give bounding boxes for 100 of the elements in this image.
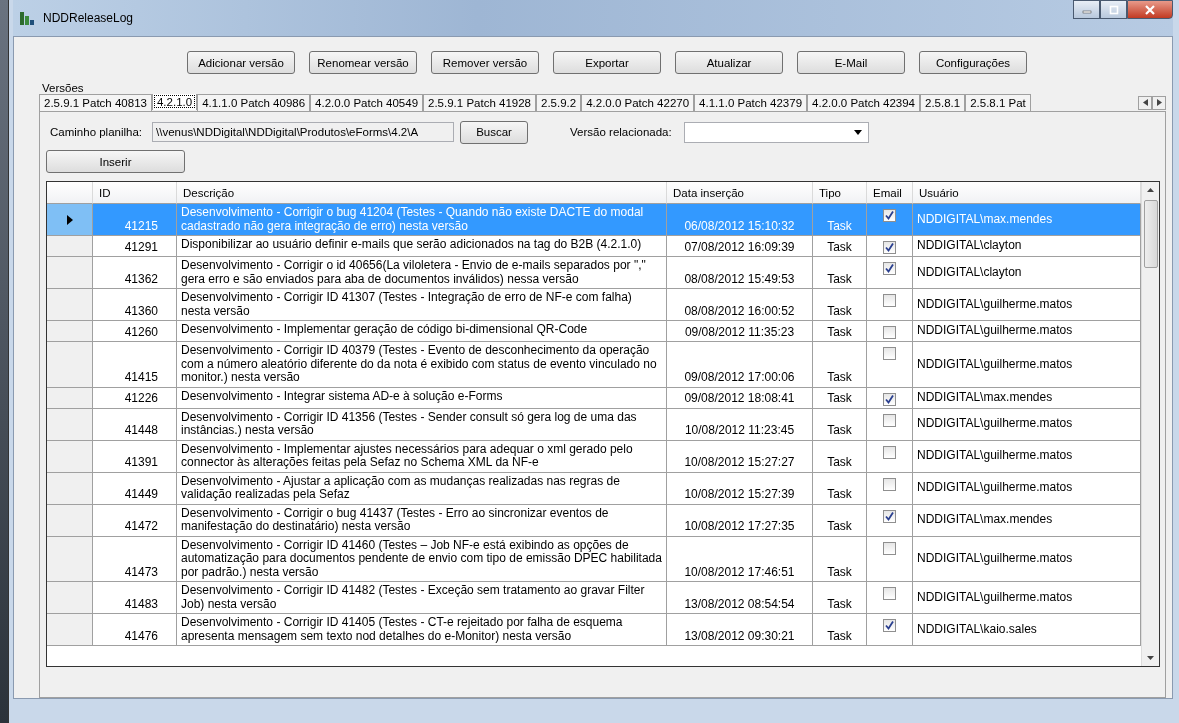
table-row[interactable]: 41483 Desenvolvimento - Corrigir ID 41482 (Testes - Exceção sem tratamento ao gravar Filter Job) nesta versão 13/08/2012 08:54:54 Task NDDIGITAL\guilherme.matos [47,582,1141,614]
related-version-label: Versão relacionada: [570,126,672,138]
vertical-scrollbar[interactable] [1141,182,1159,666]
table-row[interactable]: 41260 Desenvolvimento - Implementar geração de código bi-dimensional QR-Code 09/08/2012 11:35:23 Task NDDIGITAL\guilherme.matos [47,321,1141,342]
version-tab[interactable]: 2.5.9.2 [536,94,582,111]
row-header[interactable] [47,342,93,388]
description-cell: Desenvolvimento - Corrigir ID 41356 (Testes - Sender consult só gera log de uma das instâncias.) nesta versão [177,408,667,441]
toolbar-button[interactable]: E-Mail [797,51,905,74]
email-checkbox[interactable] [883,262,896,275]
table-row[interactable]: 41226 Desenvolvimento - Integrar sistema AD-e à solução e-Forms 09/08/2012 18:08:41 Task NDDIGITAL\max.mendes [47,387,1141,409]
grid-corner [47,182,93,204]
email-checkbox[interactable] [883,509,896,523]
toolbar-button[interactable]: Remover versão [431,51,539,74]
table-row[interactable]: 41449 Desenvolvimento - Ajustar a aplicação com as mudanças realizadas nas regras de validação realizadas pela Sefaz 10/08/2012 15:27:39 Task NDDIGITAL\guilherme.matos [47,472,1141,505]
table-row[interactable]: 41360 Desenvolvimento - Corrigir ID 41307 (Testes - Integração de erro de NF-e com falha) nesta versão 08/08/2012 16:00:52 Task NDDIGITAL\guilherme.matos [47,289,1141,321]
column-header[interactable]: Descrição [177,182,667,204]
toolbar-button[interactable]: Renomear versão [309,51,417,74]
email-checkbox[interactable] [883,347,896,360]
table-row[interactable] [47,440,1141,473]
column-header[interactable]: Email [867,182,913,204]
right-arrow-icon [1156,99,1162,106]
email-checkbox[interactable] [883,413,896,427]
insert-button[interactable]: Inserir [46,150,185,173]
version-tab[interactable]: 2.5.9.1 Patch 41928 [423,94,536,111]
column-header[interactable]: ID [93,182,177,204]
path-label: Caminho planilha: [50,126,143,138]
description-cell: Desenvolvimento - Corrigir ID 41405 (Testes - CT-e rejeitado por falha de esquema apresenta mensagem sem texto nod detalhes do e-Monitor) nesta versão [177,614,667,646]
email-checkbox[interactable] [883,392,896,406]
id-cell: 41360 [93,289,177,321]
version-tab[interactable]: 2.5.8.1 [920,94,966,111]
toolbar-button[interactable]: Adicionar versão [187,51,295,74]
version-tab[interactable]: 4.2.0.0 Patch 42270 [581,94,695,111]
email-checkbox[interactable] [883,619,896,632]
scrollbar-thumb[interactable] [1143,200,1158,268]
date-cell: 09/08/2012 18:08:41 [667,387,813,409]
version-tab[interactable]: 2.5.8.1 Pat [965,94,1031,111]
email-checkbox[interactable] [883,294,896,307]
row-header[interactable] [47,614,93,646]
row-header[interactable] [47,289,93,321]
date-cell: 08/08/2012 15:49:53 [667,257,813,289]
table-row[interactable] [47,614,1141,646]
table-row[interactable] [47,257,1141,289]
row-header[interactable] [47,204,93,236]
table-row[interactable]: 41291 Disponibilizar ao usuário definir e-mails que serão adicionados na tag do B2B (4.2.1.0) 07/08/2012 16:09:39 Task NDDIGITAL\clayton [47,236,1141,257]
up-arrow-icon[interactable] [1147,188,1154,192]
email-checkbox[interactable] [883,587,896,600]
type-cell: Task [813,342,867,388]
toolbar-button[interactable]: Atualizar [675,51,783,74]
version-tab[interactable]: 4.1.1.0 Patch 42379 [694,94,808,111]
description-cell: Desenvolvimento - Corrigir o bug 41437 (Testes - Erro ao sincronizar eventos de manifestação do destinatário) nesta versão [177,504,667,537]
toolbar-button[interactable]: Exportar [553,51,661,74]
version-tab[interactable]: 4.2.0.0 Patch 40549 [310,94,424,111]
date-cell: 10/08/2012 15:27:27 [667,440,813,473]
table-row[interactable]: 41472 Desenvolvimento - Corrigir o bug 41437 (Testes - Erro ao sincronizar eventos de manifestação do destinatário) nesta versão 10/08/2012 17:27:35 Task NDDIGITAL\max.mendes [47,504,1141,537]
version-tab[interactable]: 2.5.9.1 Patch 40813 [39,94,152,111]
row-header[interactable] [47,440,93,473]
id-cell: 41260 [93,321,177,342]
id-cell: 41226 [93,387,177,409]
close-button[interactable] [1127,0,1173,19]
row-header[interactable] [47,321,93,342]
down-arrow-icon[interactable] [1147,656,1154,660]
scroll-right-button[interactable] [1152,95,1166,110]
row-header[interactable] [47,504,93,537]
email-checkbox[interactable] [883,477,896,491]
date-cell: 09/08/2012 17:00:06 [667,342,813,388]
path-field[interactable]: \\venus\NDDigital\NDDigital\Produtos\eForms\4.2\A [152,122,455,142]
table-row[interactable]: 41448 Desenvolvimento - Corrigir ID 41356 (Testes - Sender consult só gera log de uma das instâncias.) nesta versão 10/08/2012 11:23:45 Task NDDIGITAL\guilherme.matos [47,408,1141,441]
id-cell: 41291 [93,236,177,257]
row-header[interactable] [47,536,93,582]
user-cell: NDDIGITAL\max.mendes [913,387,1141,409]
email-checkbox[interactable] [883,326,896,339]
type-cell: Task [813,408,867,441]
version-tab[interactable]: 4.2.1.0 [151,94,198,110]
table-row[interactable] [47,342,1141,388]
scroll-left-button[interactable] [1138,95,1152,110]
toolbar-button[interactable]: Configurações [919,51,1027,74]
id-cell: 41415 [93,342,177,388]
related-version-dropdown[interactable] [683,121,869,143]
column-header[interactable]: Tipo [813,182,867,204]
column-header[interactable]: Usuário [913,182,1141,204]
column-header[interactable]: Data inserção [667,182,813,204]
id-cell: 41448 [93,408,177,441]
row-header[interactable] [47,472,93,505]
window-title: NDDReleaseLog [43,11,134,25]
email-checkbox[interactable] [883,445,896,459]
version-tab[interactable]: 4.2.0.0 Patch 42394 [807,94,920,111]
maximize-button[interactable] [1100,0,1127,19]
row-header[interactable] [47,408,93,441]
row-header[interactable] [47,257,93,289]
id-cell: 41476 [93,614,177,646]
email-checkbox[interactable] [883,541,896,555]
row-header[interactable] [47,236,93,257]
minimize-button[interactable] [1073,0,1100,19]
row-header[interactable] [47,387,93,409]
row-header[interactable] [47,582,93,614]
version-tab[interactable]: 4.1.1.0 Patch 40986 [197,94,311,111]
browse-button[interactable]: Buscar [460,120,529,144]
email-checkbox[interactable] [883,209,896,222]
email-checkbox[interactable] [883,241,896,254]
table-row[interactable] [47,536,1141,582]
